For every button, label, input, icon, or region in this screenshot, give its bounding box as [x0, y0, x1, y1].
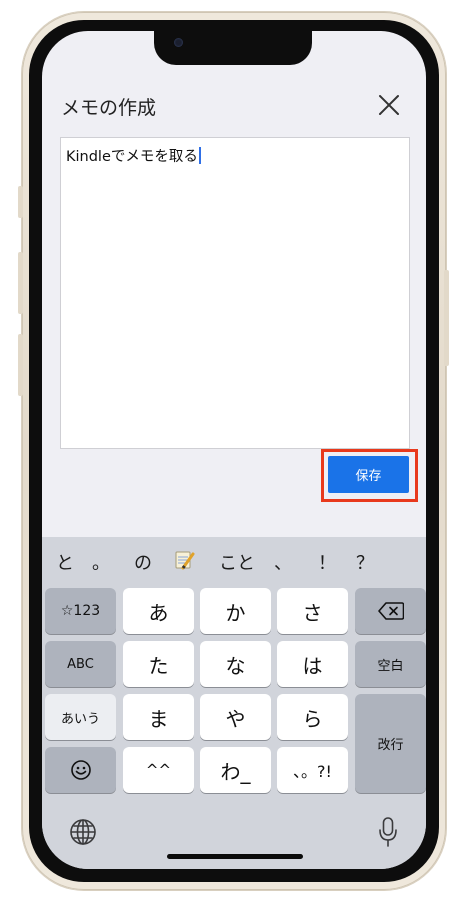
key-na[interactable]: な: [200, 641, 271, 687]
enter-key[interactable]: 改行: [355, 694, 426, 793]
kana-mode-key[interactable]: あいう: [45, 694, 116, 740]
screen: メモの作成 Kindleでメモを取る 保存 と 。 の こと 、 ！ ？ ☆12…: [42, 31, 426, 869]
key-ka[interactable]: か: [200, 588, 271, 634]
key-wa[interactable]: わ_: [200, 747, 271, 793]
memo-emoji-suggestion[interactable]: [173, 549, 195, 575]
keyboard: と 。 の こと 、 ！ ？ ☆123 あ か さ ABC た な は 空白 あ…: [42, 537, 426, 869]
key-sa[interactable]: さ: [277, 588, 348, 634]
memo-text: Kindleでメモを取る: [66, 149, 198, 165]
memo-textarea[interactable]: Kindleでメモを取る: [60, 137, 410, 449]
suggestion-item[interactable]: こと: [219, 549, 255, 575]
mute-switch: [18, 186, 23, 218]
power-button: [444, 270, 449, 366]
volume-down-button: [18, 334, 23, 396]
key-a[interactable]: あ: [123, 588, 194, 634]
save-button[interactable]: 保存: [328, 456, 409, 493]
suggestion-item[interactable]: ？: [356, 549, 374, 575]
key-ma[interactable]: ま: [123, 694, 194, 740]
suggestion-item[interactable]: の: [134, 549, 152, 575]
delete-key[interactable]: [355, 588, 426, 634]
close-icon[interactable]: [377, 93, 401, 117]
suggestion-item[interactable]: 、: [274, 549, 292, 575]
key-ha[interactable]: は: [277, 641, 348, 687]
suggestion-item[interactable]: 。: [92, 549, 110, 575]
microphone-icon[interactable]: [378, 816, 398, 848]
key-ya[interactable]: や: [200, 694, 271, 740]
numbers-key[interactable]: ☆123: [45, 588, 116, 634]
text-caret: [198, 147, 201, 164]
emoji-key[interactable]: [45, 747, 116, 793]
notch: [154, 31, 312, 65]
backspace-icon: [377, 602, 404, 620]
suggestion-item[interactable]: と: [56, 549, 74, 575]
space-key[interactable]: 空白: [355, 641, 426, 687]
abc-key[interactable]: ABC: [45, 641, 116, 687]
dakuten-key[interactable]: ^^: [123, 747, 194, 793]
home-indicator: [167, 854, 303, 859]
key-ta[interactable]: た: [123, 641, 194, 687]
punctuation-key[interactable]: 、。?!: [277, 747, 348, 793]
front-camera: [174, 38, 183, 47]
suggestion-item[interactable]: ！: [318, 549, 336, 575]
dialog-title: メモの作成: [61, 97, 157, 119]
suggestion-bar: と 。 の こと 、 ！ ？: [42, 537, 426, 581]
volume-up-button: [18, 252, 23, 314]
globe-icon[interactable]: [69, 818, 97, 846]
memo-pad-icon: [175, 551, 195, 570]
smiley-icon: [70, 760, 91, 780]
key-ra[interactable]: ら: [277, 694, 348, 740]
